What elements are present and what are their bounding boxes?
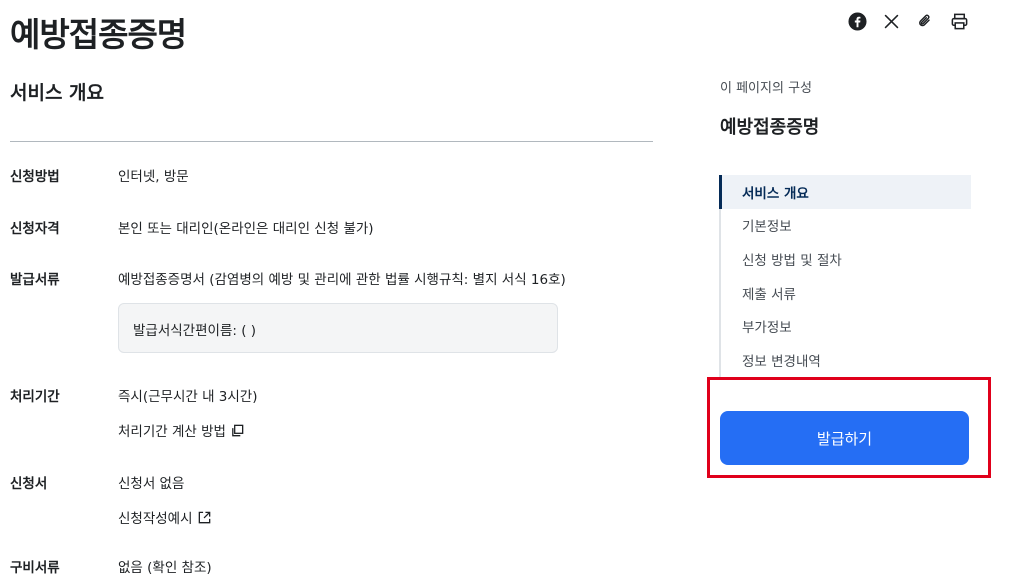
row-value-document: 예방접종증명서 (감염병의 예방 및 관리에 관한 법률 시행규칙: 별지 서식… (118, 272, 566, 288)
row-label-document: 발급서류 (10, 272, 60, 288)
section-divider (10, 141, 653, 142)
toc-item-additional-info[interactable]: 부가정보 (721, 309, 971, 343)
row-label-fee: 구비서류 (10, 560, 60, 576)
page-title: 예방접종증명 (10, 15, 187, 54)
row-value-eligibility: 본인 또는 대리인(온라인은 대리인 신청 불가) (118, 221, 374, 237)
document-box-text: 발급서식간편이름: ( ) (133, 323, 257, 339)
toc-list: 서비스 개요 기본정보 신청 방법 및 절차 제출 서류 부가정보 정보 변경내… (719, 175, 971, 377)
copy-popup-icon (232, 424, 244, 436)
attach-link-icon[interactable] (914, 10, 936, 32)
toc-item-change-history[interactable]: 정보 변경내역 (721, 343, 971, 377)
row-label-period: 처리기간 (10, 389, 60, 405)
period-calc-link[interactable]: 처리기간 계산 방법 (118, 420, 245, 440)
row-label-form: 신청서 (10, 476, 48, 492)
row-value-fee: 없음 (확인 참조) (118, 560, 212, 576)
row-value-form: 신청서 없음 (118, 476, 185, 492)
share-toolbar (846, 10, 970, 32)
form-example-link[interactable]: 신청작성예시 (118, 507, 212, 527)
row-label-method: 신청방법 (10, 169, 60, 185)
toc-item-application-procedure[interactable]: 신청 방법 및 절차 (721, 242, 971, 276)
row-value-period: 즉시(근무시간 내 3시간) (118, 389, 258, 405)
form-example-link-label: 신청작성예시 (118, 511, 193, 527)
toc-label: 이 페이지의 구성 (720, 81, 812, 96)
x-twitter-icon[interactable] (880, 10, 902, 32)
facebook-icon[interactable] (846, 10, 868, 32)
toc-item-overview[interactable]: 서비스 개요 (719, 175, 971, 209)
toc-title: 예방접종증명 (720, 117, 820, 138)
print-icon[interactable] (948, 10, 970, 32)
row-value-method: 인터넷, 방문 (118, 169, 189, 185)
period-calc-link-label: 처리기간 계산 방법 (118, 424, 226, 440)
document-info-box: 발급서식간편이름: ( ) (118, 303, 558, 353)
toc-item-basic-info[interactable]: 기본정보 (721, 209, 971, 243)
external-link-icon (198, 511, 210, 523)
toc-item-submission-documents[interactable]: 제출 서류 (721, 276, 971, 310)
issue-button[interactable]: 발급하기 (720, 411, 969, 465)
section-title-overview: 서비스 개요 (10, 82, 105, 104)
row-label-eligibility: 신청자격 (10, 221, 60, 237)
